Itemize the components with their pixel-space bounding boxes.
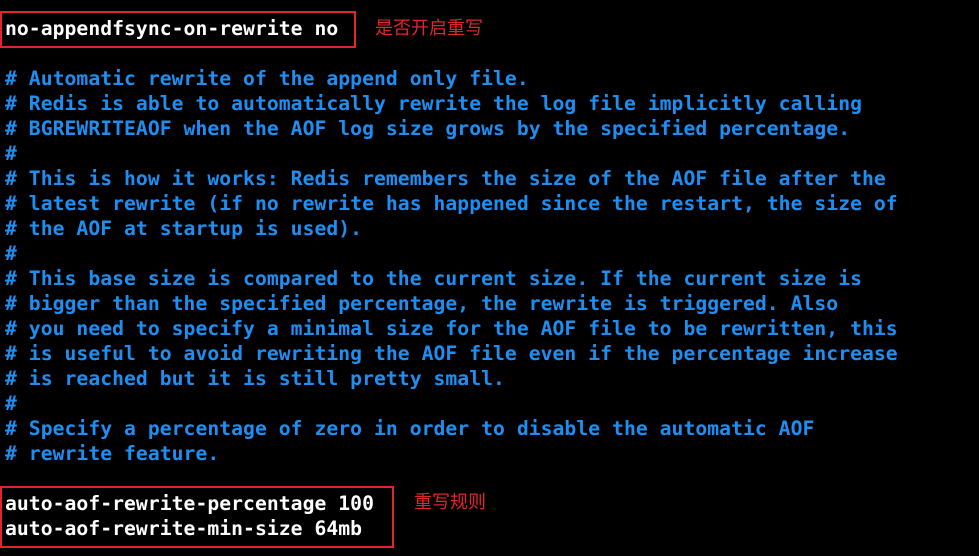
comment-line: # Automatic rewrite of the append only f… [5, 67, 529, 90]
comment-line: # [5, 392, 17, 415]
comment-line: # BGREWRITEAOF when the AOF log size gro… [5, 117, 851, 140]
comment-line: # is reached but it is still pretty smal… [5, 367, 505, 390]
comment-line: # rewrite feature. [5, 442, 220, 465]
comment-line: # Specify a percentage of zero in order … [5, 417, 815, 440]
comment-line: # you need to specify a minimal size for… [5, 317, 898, 340]
comment-line: # the AOF at startup is used). [5, 217, 363, 240]
comment-line: # [5, 142, 17, 165]
config-line-rewrite-min-size: auto-aof-rewrite-min-size 64mb [5, 517, 363, 540]
annotation-enable-rewrite: 是否开启重写 [375, 18, 483, 39]
comment-line: # bigger than the specified percentage, … [5, 292, 839, 315]
comment-line: # This is how it works: Redis remembers … [5, 167, 886, 190]
config-line-rewrite-percentage: auto-aof-rewrite-percentage 100 [5, 492, 374, 515]
config-line-appendfsync: no-appendfsync-on-rewrite no [5, 17, 339, 40]
comment-line: # [5, 242, 17, 265]
annotation-rewrite-rules: 重写规则 [414, 492, 486, 513]
comment-line: # is useful to avoid rewriting the AOF f… [5, 342, 898, 365]
comment-line: # This base size is compared to the curr… [5, 267, 863, 290]
terminal-window[interactable]: no-appendfsync-on-rewrite no 是否开启重写 # Au… [0, 0, 979, 556]
comment-line: # latest rewrite (if no rewrite has happ… [5, 192, 898, 215]
comment-line: # Redis is able to automatically rewrite… [5, 92, 863, 115]
